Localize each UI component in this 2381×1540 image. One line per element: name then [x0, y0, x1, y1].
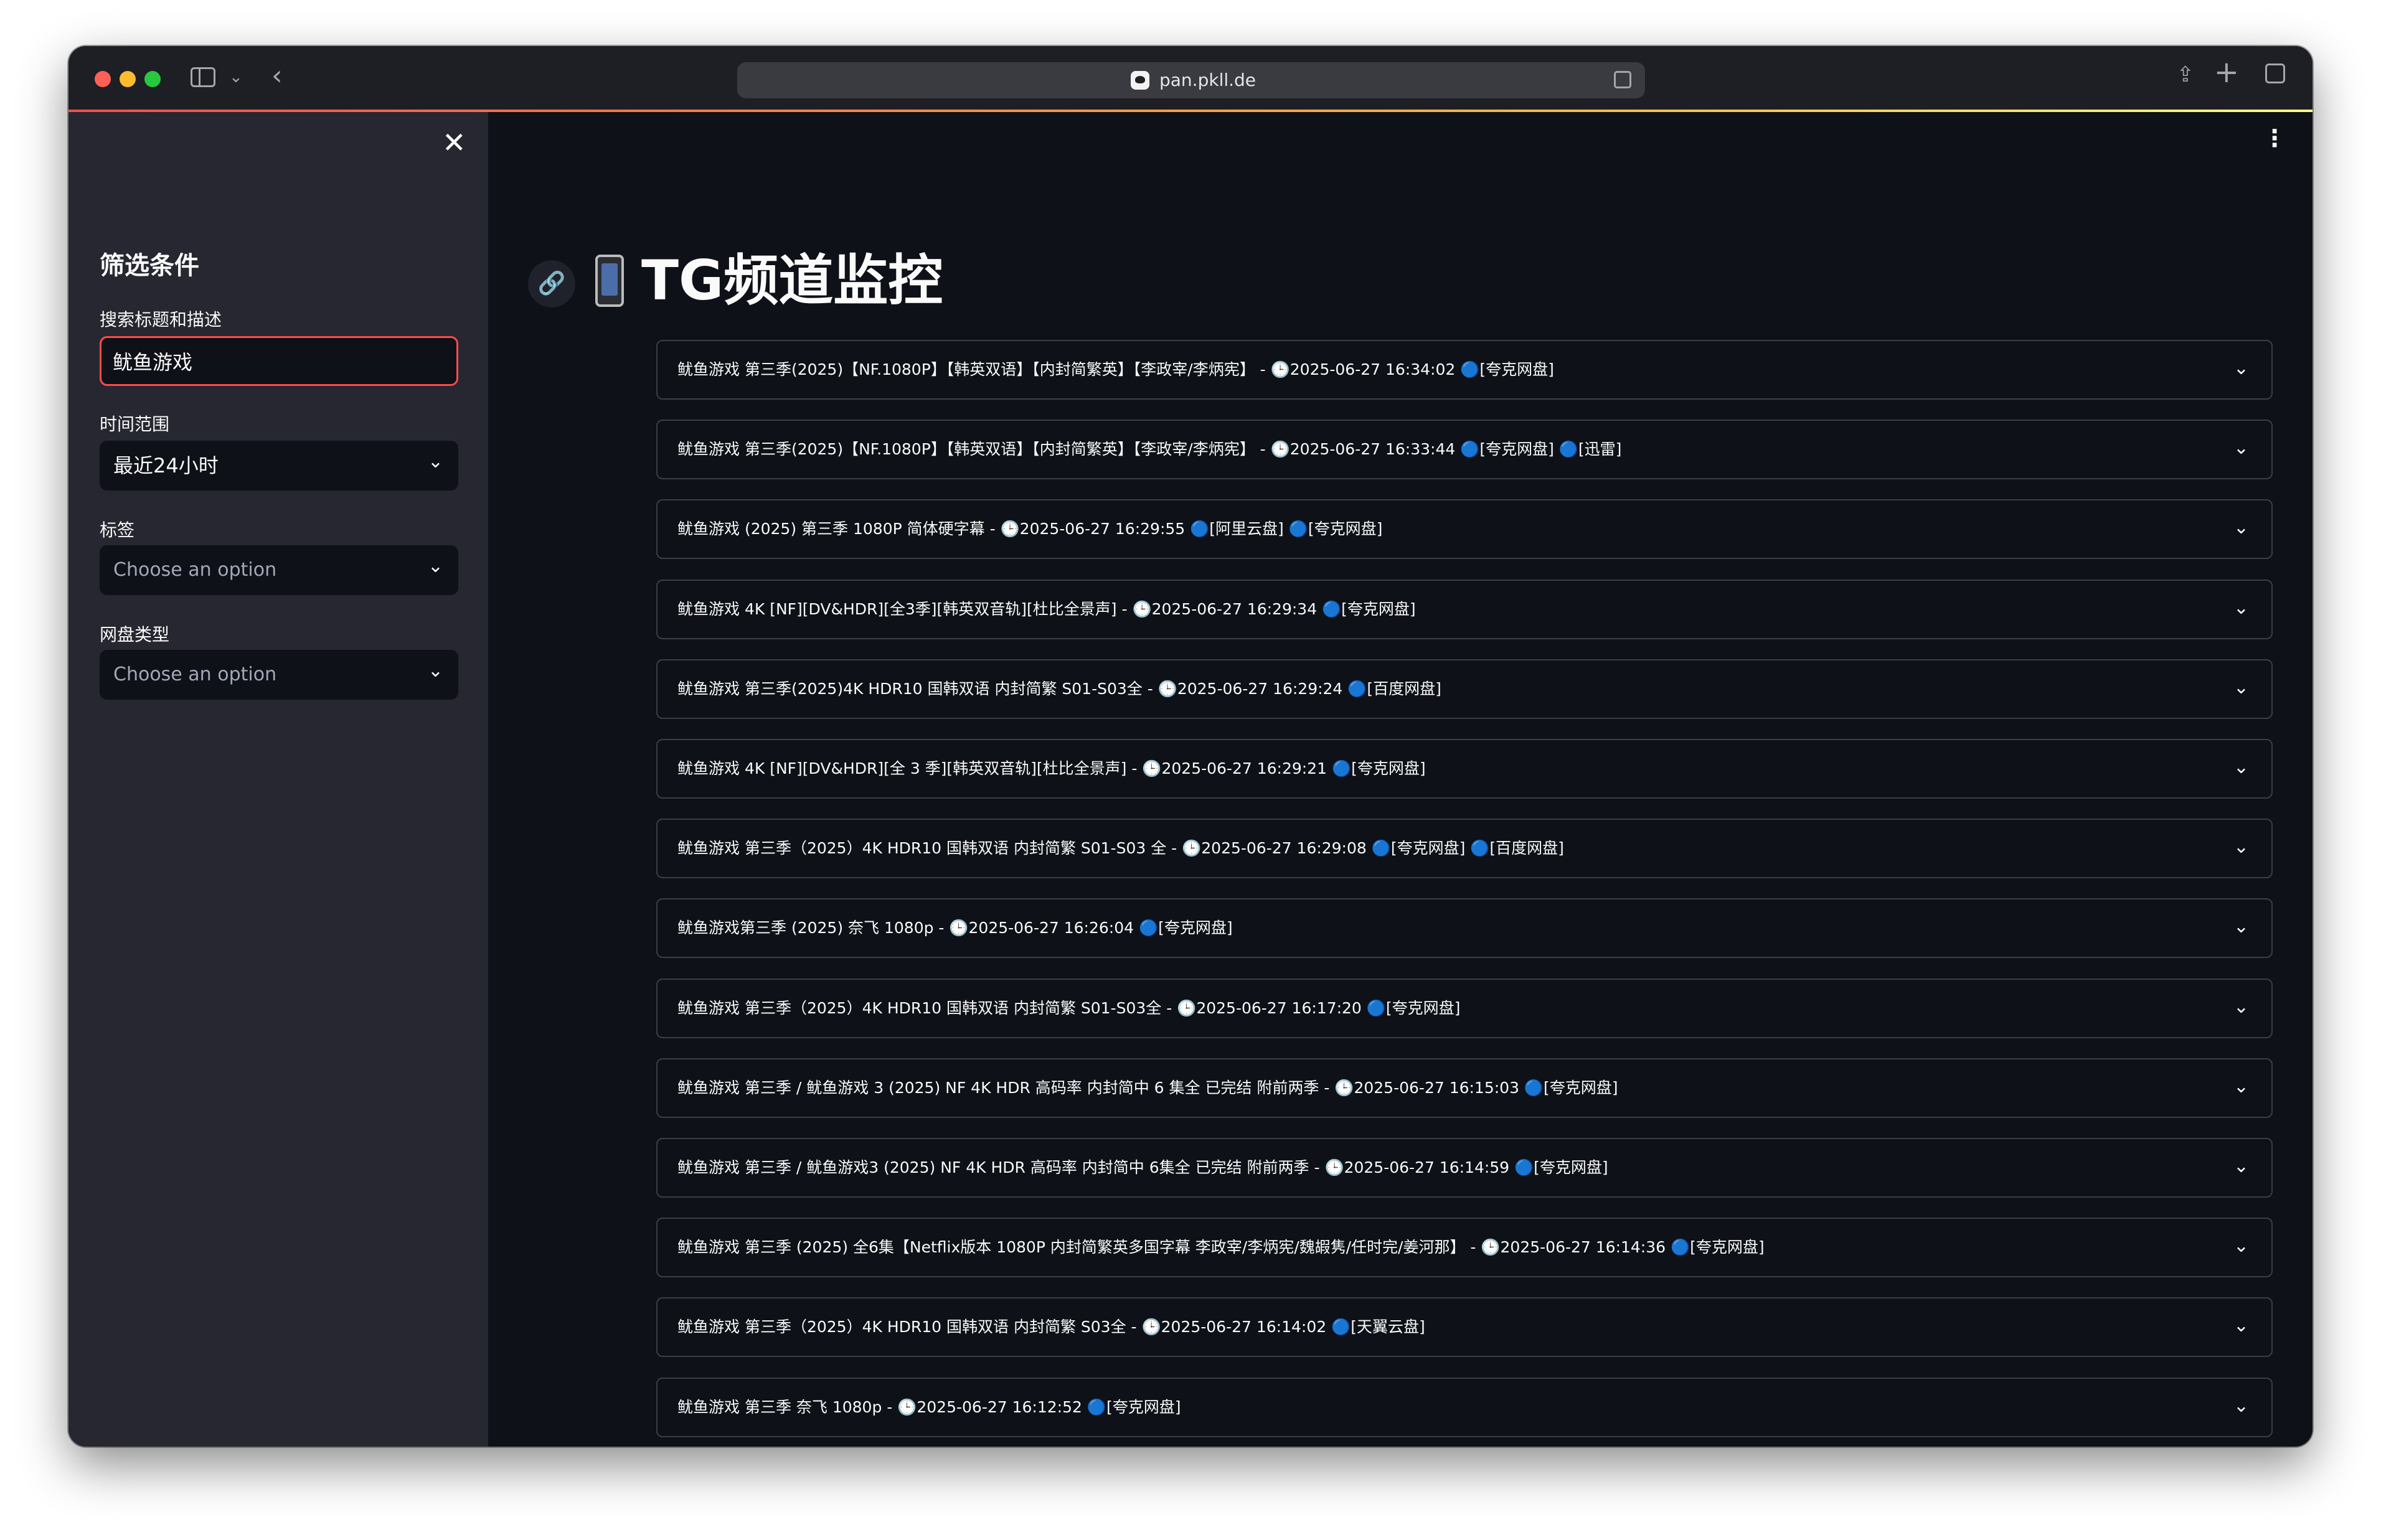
site-favicon-icon [1131, 71, 1149, 90]
result-expander[interactable]: 鱿鱼游戏第三季 (2025) 奈飞 1080p - 🕒2025-06-27 16… [656, 898, 2273, 958]
result-expander[interactable]: 鱿鱼游戏 第三季（2025）4K HDR10 国韩双语 内封简繁 S01-S03… [656, 819, 2273, 878]
disk-type-placeholder: Choose an option [113, 664, 277, 685]
sidebar-toggle-icon[interactable] [191, 67, 215, 87]
chevron-down-icon: ⌄ [2233, 597, 2249, 619]
chevron-down-icon: ⌄ [2233, 836, 2249, 858]
result-expander[interactable]: 鱿鱼游戏 第三季 (2025) 全6集【Netflix版本 1080P 内封简繁… [656, 1218, 2273, 1277]
page-title-text: TG频道监控 [641, 248, 943, 312]
chevron-down-icon: ⌄ [2233, 1315, 2249, 1336]
chevron-down-icon: ⌄ [2233, 1155, 2249, 1177]
browser-window: ⌄ ‹ pan.pkll.de ⇪ + ✕ 筛选条件 搜索标题和描述 时间范围 … [68, 46, 2313, 1447]
result-title: 鱿鱼游戏 第三季（2025）4K HDR10 国韩双语 内封简繁 S01-S03… [677, 999, 1461, 1017]
page-title: TG频道监控 [595, 246, 943, 315]
share-icon[interactable]: ⇪ [2177, 62, 2195, 87]
result-title: 鱿鱼游戏 第三季(2025)4K HDR10 国韩双语 内封简繁 S01-S03… [677, 680, 1441, 698]
result-title: 鱿鱼游戏 第三季 奈飞 1080p - 🕒2025-06-27 16:12:52… [677, 1398, 1181, 1416]
minimize-window-button[interactable] [120, 71, 136, 87]
close-sidebar-icon[interactable]: ✕ [442, 127, 466, 158]
result-expander[interactable]: 鱿鱼游戏 (2025) 第三季 1080P 简体硬字幕 - 🕒2025-06-2… [656, 499, 2273, 559]
new-tab-icon[interactable]: + [2214, 57, 2239, 87]
result-title: 鱿鱼游戏 第三季 / 鱿鱼游戏 3 (2025) NF 4K HDR 高码率 内… [677, 1079, 1618, 1097]
chevron-down-icon: ⌄ [2233, 916, 2249, 937]
disk-type-select[interactable]: Choose an option ⌄ [100, 650, 458, 700]
zoom-window-button[interactable] [144, 71, 161, 87]
result-title: 鱿鱼游戏 第三季（2025）4K HDR10 国韩双语 内封简繁 S01-S03… [677, 839, 1564, 857]
result-expander[interactable]: 鱿鱼游戏 第三季(2025)【NF.1080P】【韩英双语】【内封简繁英】【李政… [656, 420, 2273, 479]
chevron-down-icon: ⌄ [2233, 437, 2249, 459]
sidebar: ✕ 筛选条件 搜索标题和描述 时间范围 最近24小时 ⌄ 标签 Choose a… [68, 112, 488, 1447]
result-title: 鱿鱼游戏 第三季 (2025) 全6集【Netflix版本 1080P 内封简繁… [677, 1238, 1765, 1256]
result-title: 鱿鱼游戏 第三季(2025)【NF.1080P】【韩英双语】【内封简繁英】【李政… [677, 440, 1622, 458]
result-expander[interactable]: 鱿鱼游戏 第三季 奈飞 1080p - 🕒2025-06-27 16:12:52… [656, 1378, 2273, 1437]
result-expander[interactable]: 鱿鱼游戏 第三季 / 鱿鱼游戏3 (2025) NF 4K HDR 高码率 内封… [656, 1138, 2273, 1198]
chevron-down-icon: ⌄ [427, 660, 443, 682]
main-content: ⋮ 🔗 TG频道监控 鱿鱼游戏 第三季(2025)【NF.1080P】【韩英双语… [488, 112, 2313, 1447]
main-menu-icon[interactable]: ⋮ [2263, 126, 2286, 151]
address-url: pan.pkll.de [1159, 70, 1257, 90]
result-expander[interactable]: 鱿鱼游戏 4K [NF][DV&HDR][全 3 季][韩英双音轨][杜比全景声… [656, 739, 2273, 799]
tab-overview-icon[interactable] [2265, 63, 2285, 83]
result-title: 鱿鱼游戏 第三季(2025)【NF.1080P】【韩英双语】【内封简繁英】【李政… [677, 360, 1554, 378]
mobile-phone-icon [595, 255, 624, 307]
tags-label: 标签 [100, 520, 135, 540]
reader-mode-icon[interactable] [1614, 71, 1631, 88]
close-window-button[interactable] [95, 71, 111, 87]
result-expander[interactable]: 鱿鱼游戏 4K [NF][DV&HDR][全3季][韩英双音轨][杜比全景声] … [656, 580, 2273, 639]
result-expander[interactable]: 鱿鱼游戏 第三季（2025）4K HDR10 国韩双语 内封简繁 S03全 - … [656, 1297, 2273, 1357]
chevron-down-icon: ⌄ [2233, 756, 2249, 778]
result-title: 鱿鱼游戏 (2025) 第三季 1080P 简体硬字幕 - 🕒2025-06-2… [677, 520, 1383, 538]
browser-titlebar: ⌄ ‹ pan.pkll.de ⇪ + [68, 46, 2313, 112]
chevron-down-icon[interactable]: ⌄ [229, 65, 243, 90]
link-icon[interactable]: 🔗 [528, 260, 575, 308]
chevron-down-icon: ⌄ [2233, 996, 2249, 1018]
result-title: 鱿鱼游戏第三季 (2025) 奈飞 1080p - 🕒2025-06-27 16… [677, 919, 1233, 937]
result-title: 鱿鱼游戏 第三季（2025）4K HDR10 国韩双语 内封简繁 S03全 - … [677, 1318, 1425, 1336]
back-arrow-icon[interactable]: ‹ [271, 62, 283, 90]
address-bar[interactable]: pan.pkll.de [737, 62, 1645, 98]
result-expander[interactable]: 鱿鱼游戏 第三季（2025）4K HDR10 国韩双语 内封简繁 S01-S03… [656, 979, 2273, 1038]
result-expander[interactable]: 鱿鱼游戏 第三季(2025)【NF.1080P】【韩英双语】【内封简繁英】【李政… [656, 340, 2273, 400]
chevron-down-icon: ⌄ [2233, 1395, 2249, 1417]
chevron-down-icon: ⌄ [2233, 677, 2249, 698]
sidebar-title: 筛选条件 [100, 251, 199, 280]
result-title: 鱿鱼游戏 4K [NF][DV&HDR][全 3 季][韩英双音轨][杜比全景声… [677, 759, 1426, 777]
chevron-down-icon: ⌄ [427, 555, 443, 577]
tags-placeholder: Choose an option [113, 559, 277, 581]
chevron-down-icon: ⌄ [2233, 1235, 2249, 1257]
disk-type-label: 网盘类型 [100, 624, 170, 645]
result-expander[interactable]: 鱿鱼游戏 第三季(2025)4K HDR10 国韩双语 内封简繁 S01-S03… [656, 659, 2273, 719]
search-input[interactable] [100, 336, 458, 386]
time-range-label: 时间范围 [100, 414, 170, 434]
result-expander[interactable]: 鱿鱼游戏 第三季 / 鱿鱼游戏 3 (2025) NF 4K HDR 高码率 内… [656, 1058, 2273, 1118]
tags-select[interactable]: Choose an option ⌄ [100, 545, 458, 595]
chevron-down-icon: ⌄ [2233, 1076, 2249, 1097]
search-label: 搜索标题和描述 [100, 309, 222, 330]
result-title: 鱿鱼游戏 4K [NF][DV&HDR][全3季][韩英双音轨][杜比全景声] … [677, 600, 1416, 618]
time-range-select[interactable]: 最近24小时 ⌄ [100, 441, 458, 491]
time-range-value: 最近24小时 [113, 454, 219, 477]
chevron-down-icon: ⌄ [427, 451, 443, 472]
chevron-down-icon: ⌄ [2233, 357, 2249, 379]
result-title: 鱿鱼游戏 第三季 / 鱿鱼游戏3 (2025) NF 4K HDR 高码率 内封… [677, 1158, 1608, 1176]
chevron-down-icon: ⌄ [2233, 517, 2249, 538]
